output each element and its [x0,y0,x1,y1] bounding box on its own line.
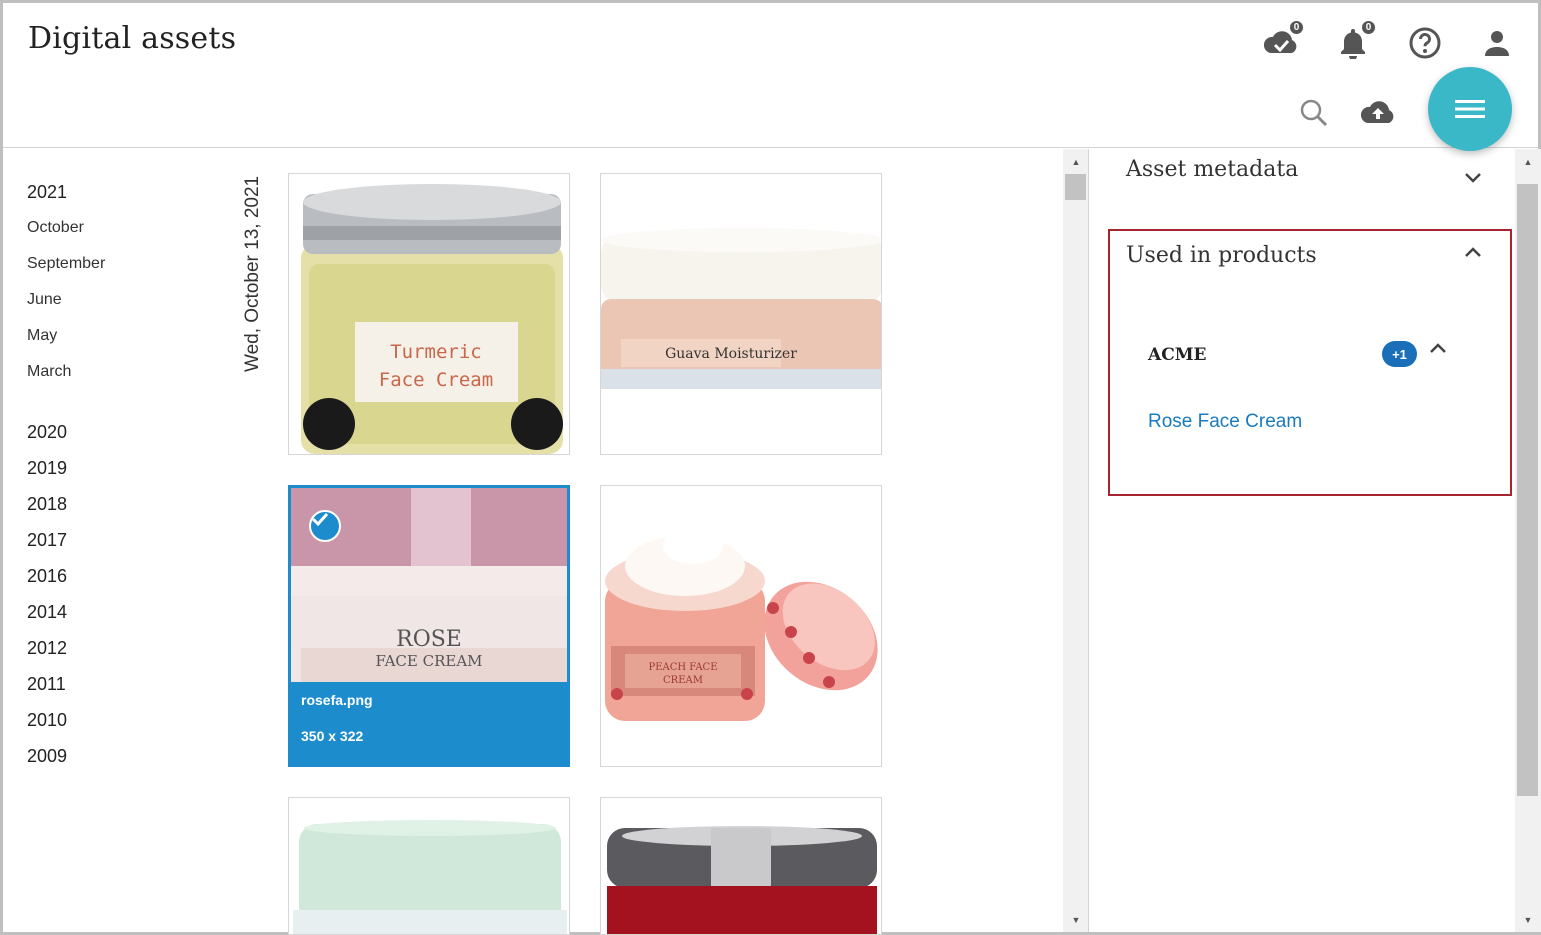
user-icon [1485,31,1509,56]
thumb-label-line1: PEACH FACE [648,662,717,673]
cloud-upload-icon [1360,101,1394,123]
year-2016[interactable]: 2016 [27,562,105,598]
year-2017[interactable]: 2017 [27,526,105,562]
asset-dimensions: 350 x 322 [301,728,364,744]
scroll-down-arrow-icon[interactable]: ▼ [1515,911,1541,929]
scrollbar-thumb[interactable] [1065,174,1086,200]
year-2020[interactable]: 2020 [27,418,105,454]
upload-button[interactable] [1358,93,1398,133]
menu-fab-button[interactable] [1428,67,1512,151]
asset-thumbnail: Turmeric Face Cream [289,174,569,454]
month-october[interactable]: October [27,214,105,250]
asset-tile[interactable]: Turmeric Face Cream [288,173,570,455]
gallery-scrollbar[interactable]: ▲ ▼ [1063,149,1089,932]
scrollbar-thumb[interactable] [1517,184,1538,796]
user-profile-button[interactable] [1477,23,1517,63]
month-may[interactable]: May [27,322,105,358]
sync-count-badge: 0 [1288,19,1305,36]
year-2012[interactable]: 2012 [27,634,105,670]
thumb-label-line2: CREAM [663,675,703,686]
asset-thumbnail: PEACH FACE CREAM [601,486,881,766]
scroll-up-arrow-icon[interactable]: ▲ [1063,153,1089,171]
thumb-label-line2: FACE CREAM [375,652,482,670]
scroll-down-arrow-icon[interactable]: ▼ [1063,911,1089,929]
search-icon [1300,99,1328,127]
details-panel: Asset metadata Used in products ACME +1 … [1088,149,1515,932]
year-2018[interactable]: 2018 [27,490,105,526]
thumb-label: Guava Moisturizer [665,346,797,362]
thumb-label-line2: Face Cream [379,369,493,391]
year-2014[interactable]: 2014 [27,598,105,634]
hamburger-menu-icon [1455,100,1485,118]
asset-tile[interactable] [600,797,882,935]
selected-check-icon[interactable] [309,510,341,542]
chevron-down-icon[interactable] [1463,171,1483,185]
sync-status-button[interactable]: 0 [1261,19,1305,63]
date-navigation: 2021 October September June May March 20… [27,178,105,778]
asset-filename: rosefa.png [301,692,373,708]
help-button[interactable] [1405,23,1445,63]
used-in-products-section: Used in products ACME +1 Rose Face Cream [1108,229,1512,496]
notifications-count-badge: 0 [1360,19,1377,36]
asset-tile-selected[interactable]: ROSE FACE CREAM rosefa.png 350 x 322 [288,485,570,767]
help-icon [1409,27,1441,59]
asset-info-overlay: rosefa.png 350 x 322 [291,682,567,764]
day-group-label: Wed, October 13, 2021 [242,175,263,372]
asset-thumbnail: Guava Moisturizer [601,174,881,454]
month-march[interactable]: March [27,358,105,394]
chevron-up-icon[interactable] [1428,341,1448,355]
more-catalogs-badge[interactable]: +1 [1382,341,1417,367]
asset-thumbnail [289,798,569,934]
app-header: Digital assets 0 0 [3,3,1538,148]
month-june[interactable]: June [27,286,105,322]
asset-thumbnail [601,798,881,934]
asset-tile[interactable]: PEACH FACE CREAM [600,485,882,767]
year-2011[interactable]: 2011 [27,670,105,706]
panel-scrollbar[interactable]: ▲ ▼ [1515,149,1541,932]
asset-metadata-title[interactable]: Asset metadata [1126,157,1298,182]
chevron-up-icon[interactable] [1463,245,1483,259]
year-2009[interactable]: 2009 [27,742,105,778]
catalog-name: ACME [1148,345,1207,365]
thumb-label-line1: ROSE [396,627,462,652]
asset-tile[interactable]: Guava Moisturizer [600,173,882,455]
page-title: Digital assets [28,21,237,56]
used-in-products-title[interactable]: Used in products [1126,243,1317,268]
month-september[interactable]: September [27,250,105,286]
scroll-up-arrow-icon[interactable]: ▲ [1515,153,1541,171]
product-link[interactable]: Rose Face Cream [1148,411,1302,433]
year-2010[interactable]: 2010 [27,706,105,742]
asset-tile[interactable] [288,797,570,935]
notifications-button[interactable]: 0 [1333,19,1377,63]
search-button[interactable] [1294,93,1334,133]
year-2019[interactable]: 2019 [27,454,105,490]
thumb-label-line1: Turmeric [390,341,482,363]
year-2021[interactable]: 2021 [27,178,105,214]
